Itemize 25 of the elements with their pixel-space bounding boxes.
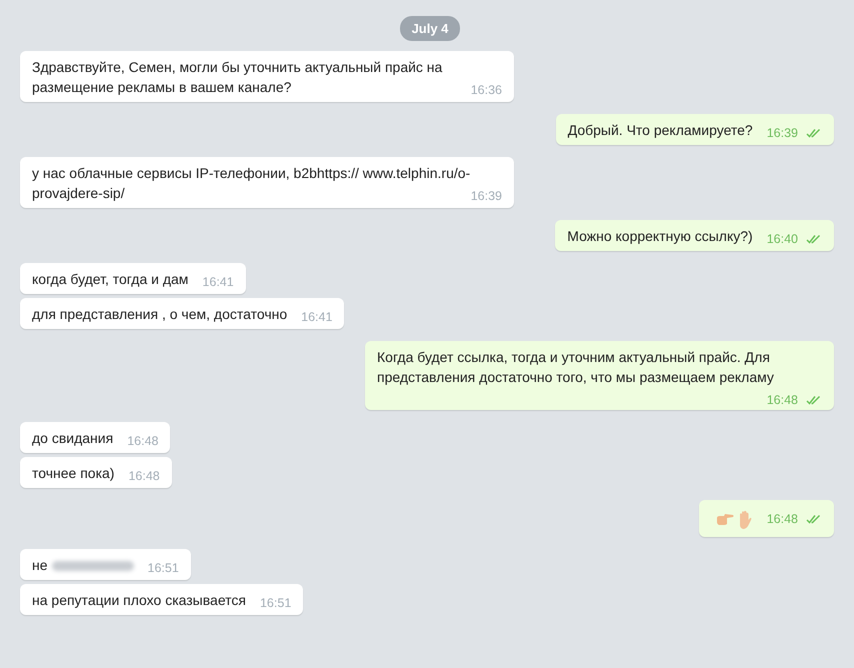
message-text: Добрый. Что рекламируете? (568, 122, 753, 138)
message-text: у нас облачные сервисы IP-телефонии, b2bhttps:// www.telphin.ru/o-provajdere-sip/ (32, 165, 470, 201)
message-text: на репутации плохо сказывается (32, 592, 246, 608)
message-time: 16:40 (766, 230, 822, 248)
pointing-hand-icon (714, 513, 735, 527)
message-time: 16:36 (470, 82, 502, 99)
message-time: 16:39 (470, 188, 502, 205)
message-text: Здравствуйте, Семен, могли бы уточнить актуальный прайс на размещение рекламы в вашем канале? (32, 59, 442, 95)
message-time: 16:48 (766, 510, 822, 528)
message-time: 16:41 (202, 274, 234, 291)
message-text: когда будет, тогда и дам (32, 271, 188, 287)
message-time: 16:48 (766, 391, 822, 409)
message-text: точнее пока) (32, 465, 114, 481)
message-time: 16:51 (148, 560, 179, 577)
message-text: Когда будет ссылка, тогда и уточним актуальный прайс. Для представления достаточно того, что мы размещаем рекламу (377, 349, 774, 385)
message-time: 16:39 (766, 124, 822, 142)
message-text: для представления , о чем, достаточно (32, 306, 288, 322)
message-text: не (32, 557, 48, 573)
message-text: Можно корректную ссылку?) (567, 228, 753, 244)
message-time: 16:48 (127, 433, 158, 450)
message-text: до свидания (32, 430, 114, 446)
message-time: 16:51 (260, 595, 292, 612)
message-time: 16:41 (301, 309, 332, 326)
date-badge: July 4 (400, 16, 460, 41)
message-time: 16:48 (128, 468, 160, 485)
